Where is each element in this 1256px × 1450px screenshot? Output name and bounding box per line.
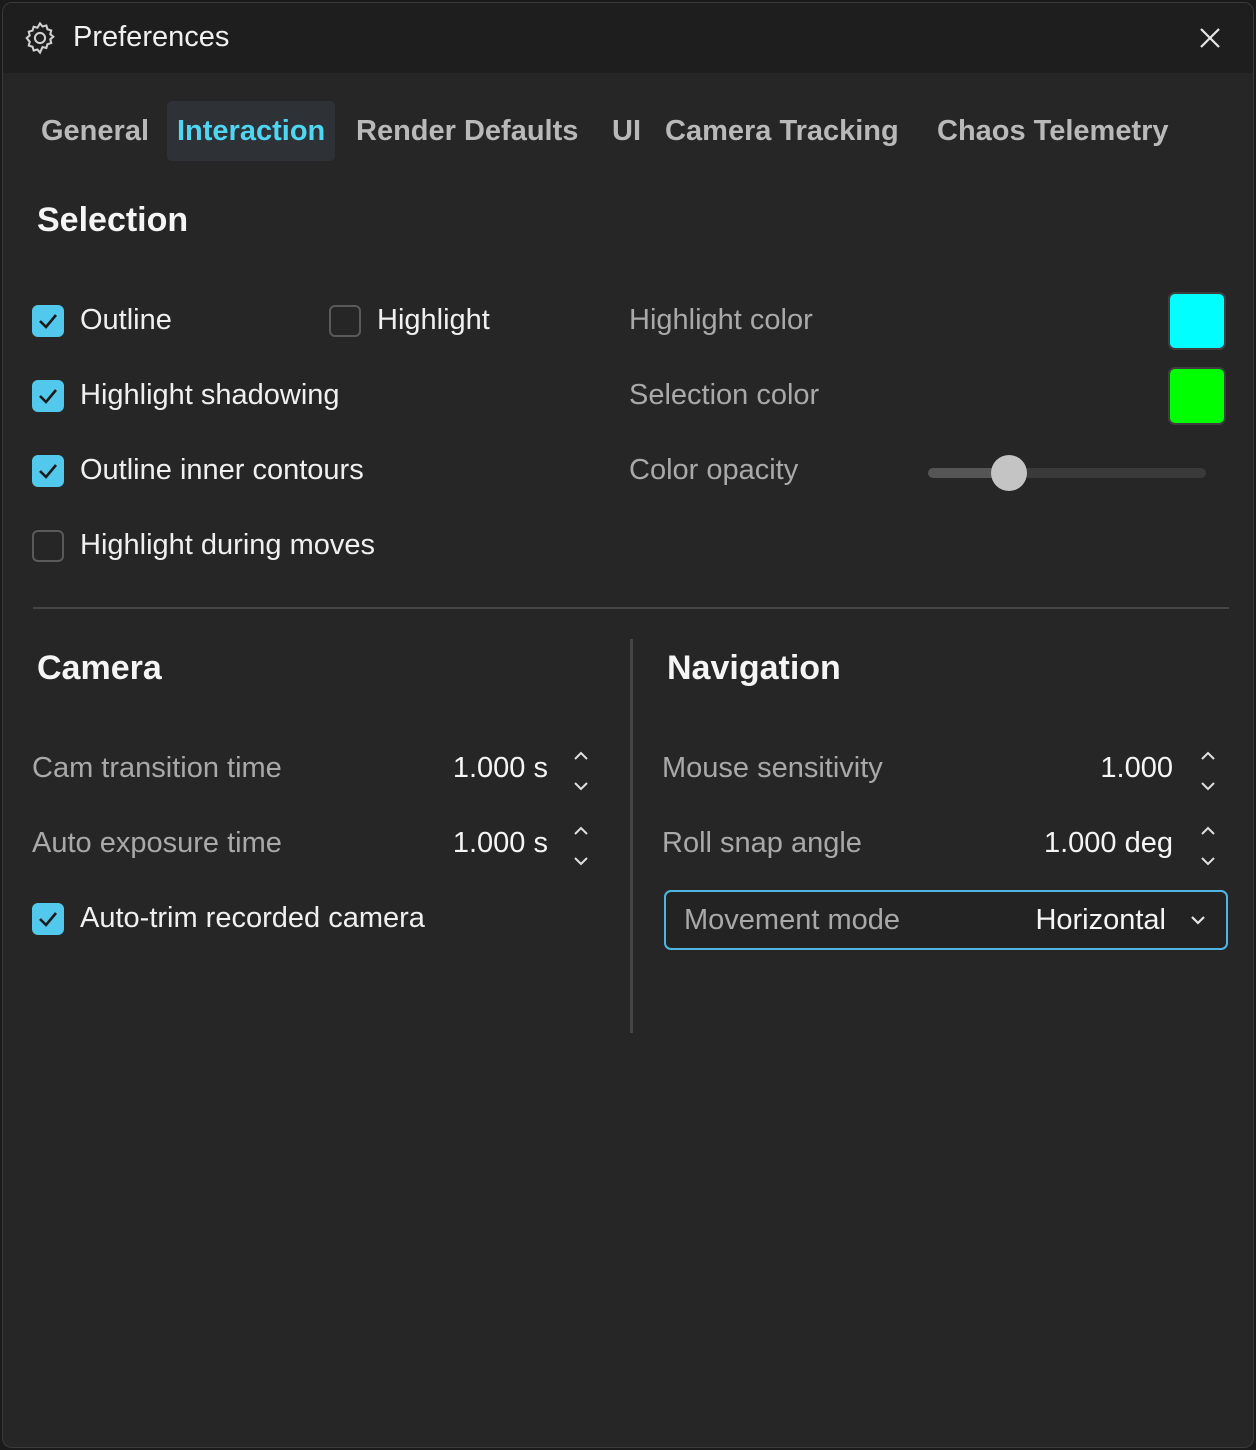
movement-mode-value: Horizontal bbox=[1035, 904, 1166, 936]
chevron-up-icon bbox=[1201, 826, 1215, 835]
highlight-shadowing-checkbox[interactable] bbox=[32, 380, 64, 412]
highlight-color-swatch[interactable] bbox=[1168, 292, 1226, 350]
auto-exposure-time-label: Auto exposure time bbox=[32, 827, 282, 859]
highlight-color-label: Highlight color bbox=[629, 304, 813, 336]
selection-color-label: Selection color bbox=[629, 379, 820, 411]
highlight-shadowing-label: Highlight shadowing bbox=[80, 379, 340, 411]
section-divider bbox=[33, 607, 1229, 609]
selection-color-swatch[interactable] bbox=[1168, 367, 1226, 425]
tab-chaos-telemetry[interactable]: Chaos Telemetry bbox=[927, 101, 1179, 161]
chevron-up-icon bbox=[574, 751, 588, 760]
title-bar: Preferences bbox=[3, 3, 1253, 73]
auto-exposure-time-spinner[interactable] bbox=[569, 823, 593, 869]
column-divider bbox=[630, 639, 633, 1033]
mouse-sensitivity-label: Mouse sensitivity bbox=[662, 752, 883, 784]
tab-camera-tracking[interactable]: Camera Tracking bbox=[655, 101, 909, 161]
cam-transition-time-label: Cam transition time bbox=[32, 752, 282, 784]
tab-ui[interactable]: UI bbox=[602, 101, 651, 161]
checkmark-icon bbox=[39, 389, 57, 404]
movement-mode-label: Movement mode bbox=[684, 904, 900, 936]
highlight-during-moves-label: Highlight during moves bbox=[80, 529, 375, 561]
cam-transition-time-value[interactable]: 1.000 s bbox=[453, 752, 548, 785]
checkmark-icon bbox=[39, 912, 57, 927]
outline-inner-contours-label: Outline inner contours bbox=[80, 454, 364, 486]
tab-interaction[interactable]: Interaction bbox=[167, 101, 336, 161]
mouse-sensitivity-spinner[interactable] bbox=[1196, 748, 1220, 794]
highlight-label: Highlight bbox=[377, 304, 490, 336]
roll-snap-angle-spinner[interactable] bbox=[1196, 823, 1220, 869]
highlight-checkbox[interactable] bbox=[329, 305, 361, 337]
chevron-down-icon bbox=[1201, 857, 1215, 866]
auto-trim-checkbox[interactable] bbox=[32, 903, 64, 935]
roll-snap-angle-label: Roll snap angle bbox=[662, 827, 862, 859]
slider-thumb[interactable] bbox=[990, 455, 1027, 491]
mouse-sensitivity-value[interactable]: 1.000 bbox=[1100, 752, 1173, 785]
color-opacity-label: Color opacity bbox=[629, 454, 799, 486]
chevron-down-icon bbox=[1201, 782, 1215, 791]
outline-checkbox[interactable] bbox=[32, 305, 64, 337]
chevron-up-icon bbox=[1201, 751, 1215, 760]
preferences-window: Preferences General Interaction Render D… bbox=[2, 2, 1254, 1448]
tab-bar: General Interaction Render Defaults UI C… bbox=[3, 101, 1253, 163]
auto-exposure-time-value[interactable]: 1.000 s bbox=[453, 827, 548, 860]
cam-transition-time-spinner[interactable] bbox=[569, 748, 593, 794]
window-title: Preferences bbox=[73, 21, 230, 53]
chevron-down-icon bbox=[574, 857, 588, 866]
camera-heading: Camera bbox=[37, 649, 162, 687]
chevron-down-icon bbox=[1191, 916, 1205, 925]
navigation-heading: Navigation bbox=[667, 649, 841, 687]
highlight-during-moves-checkbox[interactable] bbox=[32, 530, 64, 562]
color-opacity-slider[interactable] bbox=[928, 455, 1206, 491]
roll-snap-angle-value[interactable]: 1.000 deg bbox=[1044, 827, 1173, 860]
close-icon[interactable] bbox=[1193, 21, 1227, 55]
chevron-up-icon bbox=[574, 826, 588, 835]
movement-mode-dropdown[interactable]: Movement mode Horizontal bbox=[664, 890, 1228, 950]
outline-inner-contours-checkbox[interactable] bbox=[32, 455, 64, 487]
tab-render-defaults[interactable]: Render Defaults bbox=[346, 101, 588, 161]
gear-icon bbox=[25, 21, 55, 55]
chevron-down-icon bbox=[574, 782, 588, 791]
checkmark-icon bbox=[39, 464, 57, 479]
selection-heading: Selection bbox=[37, 201, 189, 239]
tab-general[interactable]: General bbox=[31, 101, 159, 161]
auto-trim-label: Auto-trim recorded camera bbox=[80, 902, 425, 934]
outline-label: Outline bbox=[80, 304, 172, 336]
checkmark-icon bbox=[39, 314, 57, 329]
